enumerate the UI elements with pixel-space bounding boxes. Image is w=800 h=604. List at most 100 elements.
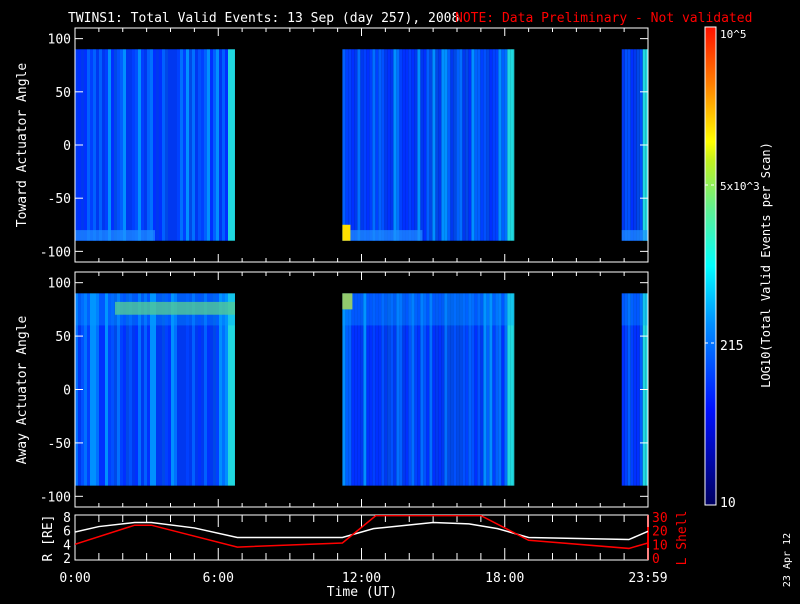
heatmap-cell bbox=[381, 49, 385, 241]
x-tick-label: 0:00 bbox=[59, 571, 90, 586]
y-tick-label: 100 bbox=[48, 33, 71, 48]
heatmap-cell bbox=[129, 49, 132, 241]
heatmap-cell bbox=[384, 49, 388, 241]
heatmap-cell bbox=[159, 49, 162, 241]
heatmap-cell bbox=[162, 49, 165, 241]
heatmap-cell bbox=[408, 49, 412, 241]
heatmap-cell bbox=[486, 49, 490, 241]
heatmap-cell bbox=[504, 49, 508, 241]
heatmap-cell bbox=[423, 49, 427, 241]
heatmap-cell bbox=[144, 49, 147, 241]
heatmap-cell bbox=[489, 49, 493, 241]
x-tick-label: 18:00 bbox=[485, 571, 524, 586]
heatmap-cell bbox=[474, 49, 478, 241]
heatmap-cell bbox=[90, 49, 93, 241]
plot-title: TWINS1: Total Valid Events: 13 Sep (day … bbox=[68, 11, 459, 26]
heatmap-cell bbox=[93, 49, 96, 241]
heatmap-cell bbox=[120, 49, 123, 241]
y-tick-label: -100 bbox=[40, 490, 71, 505]
y-tick-label: 50 bbox=[55, 330, 71, 345]
colorbar-tick-label: 10^5 bbox=[720, 28, 747, 41]
heatmap-cell bbox=[192, 49, 195, 241]
heatmap-cell bbox=[147, 49, 150, 241]
heatmap-cell bbox=[378, 49, 382, 241]
heatmap-cell bbox=[420, 49, 424, 241]
heatmap-cell bbox=[429, 49, 433, 241]
heatmap-cell bbox=[621, 230, 648, 241]
heatmap-cell bbox=[195, 49, 198, 241]
heatmap-cell bbox=[114, 49, 117, 241]
time-xlabel: Time (UT) bbox=[327, 585, 397, 600]
heatmap-cell bbox=[234, 49, 235, 241]
y-tick-label: 100 bbox=[48, 277, 71, 292]
toward-ylabel: Toward Actuator Angle bbox=[15, 63, 30, 228]
heatmap-cell bbox=[426, 49, 430, 241]
lshell-ylabel: L Shell bbox=[675, 511, 690, 566]
heatmap-cell bbox=[393, 49, 397, 241]
heatmap-cell bbox=[405, 49, 409, 241]
heatmap-cell bbox=[387, 49, 391, 241]
x-tick-label: 12:00 bbox=[342, 571, 381, 586]
heatmap-cell bbox=[621, 293, 648, 326]
toward-panel: 100 50 0 -50 -100 bbox=[40, 27, 649, 263]
heatmap-cell bbox=[348, 49, 352, 241]
y-tick-label: 2 bbox=[63, 552, 71, 567]
heatmap-cell bbox=[99, 49, 102, 241]
heatmap-cell bbox=[156, 49, 159, 241]
heatmap-cell bbox=[447, 49, 451, 241]
heatmap-cell bbox=[465, 49, 469, 241]
heatmap-cell bbox=[624, 49, 628, 241]
away-ylabel: Away Actuator Angle bbox=[15, 315, 30, 464]
heatmap-cell bbox=[357, 49, 361, 241]
heatmap-cell bbox=[636, 49, 640, 241]
heatmap-cell bbox=[468, 49, 472, 241]
away-panel: 100 50 0 -50 -100 bbox=[40, 271, 649, 508]
heatmap-cell bbox=[174, 49, 177, 241]
heatmap-cell bbox=[402, 49, 406, 241]
y-tick-label: 50 bbox=[55, 86, 71, 101]
heatmap-cell bbox=[123, 49, 126, 241]
heatmap-cell bbox=[363, 49, 367, 241]
heatmap-cell bbox=[435, 49, 439, 241]
heatmap-cell bbox=[165, 49, 168, 241]
heatmap-cell bbox=[459, 49, 463, 241]
heatmap-cell bbox=[351, 49, 355, 241]
heatmap-cell bbox=[153, 49, 156, 241]
heatmap-cell bbox=[342, 224, 351, 241]
heatmap-cell bbox=[342, 49, 346, 241]
heatmap-cell bbox=[168, 49, 171, 241]
heatmap-cell bbox=[507, 49, 511, 241]
heatmap-cell bbox=[456, 49, 460, 241]
heatmap-cell bbox=[216, 49, 219, 241]
heatmap-cell bbox=[492, 49, 496, 241]
heatmap-cell bbox=[180, 49, 183, 241]
heatmap-cell bbox=[411, 49, 415, 241]
y-tick-label-right: 0 bbox=[652, 552, 660, 567]
y-tick-label: -100 bbox=[40, 245, 71, 260]
heatmap-cell bbox=[207, 49, 210, 241]
heatmap-cell bbox=[432, 49, 436, 241]
heatmap-cell bbox=[390, 49, 394, 241]
x-tick-label: 23:59 bbox=[628, 571, 667, 586]
heatmap-cell bbox=[513, 49, 515, 241]
heatmap-cell bbox=[210, 49, 213, 241]
heatmap-cell bbox=[450, 49, 454, 241]
heatmap-cell bbox=[111, 49, 114, 241]
heatmap-cell bbox=[201, 49, 204, 241]
heatmap-cell bbox=[621, 49, 625, 241]
heatmap-cell bbox=[399, 49, 403, 241]
heatmap-cell bbox=[438, 49, 442, 241]
heatmap-cell bbox=[369, 49, 373, 241]
heatmap-cell bbox=[342, 293, 515, 326]
heatmap-cell bbox=[204, 49, 207, 241]
heatmap-cell bbox=[462, 49, 466, 241]
colorbar-label: LOG10(Total Valid Events per Scan) bbox=[759, 142, 773, 388]
heatmap-cell bbox=[471, 49, 475, 241]
heatmap-cell bbox=[630, 49, 634, 241]
ephemeris-panel: 0:00 6:00 12:00 18:00 23:5986423020100 bbox=[59, 511, 667, 586]
heatmap-cell bbox=[498, 49, 502, 241]
heatmap-cell bbox=[372, 49, 376, 241]
heatmap-cell bbox=[501, 49, 505, 241]
y-tick-label: 0 bbox=[63, 384, 71, 399]
footer-date: 23 Apr 12 bbox=[782, 533, 793, 587]
